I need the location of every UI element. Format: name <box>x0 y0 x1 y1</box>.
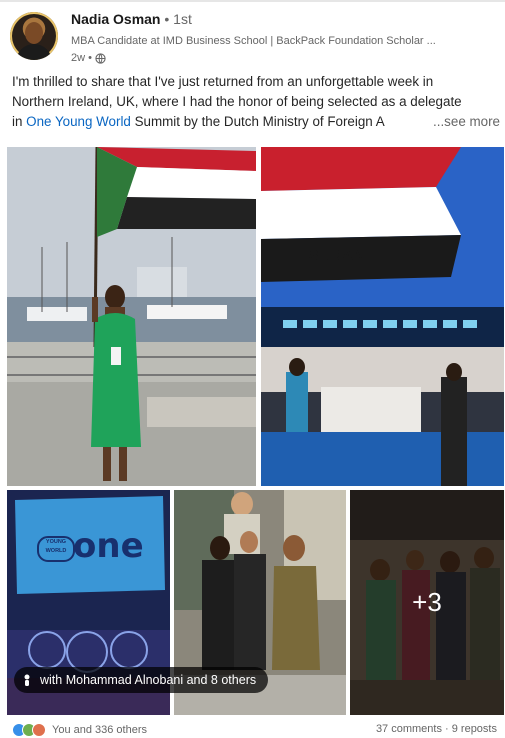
stage-banner-strip <box>261 315 504 333</box>
sudan-screen-text: SUDAN <box>309 247 365 264</box>
person-tag-icon <box>24 674 30 686</box>
author-name[interactable]: Nadia Osman <box>71 11 160 27</box>
one-young-world-link[interactable]: One Young World <box>26 114 131 129</box>
post-text-segment: in <box>12 114 27 129</box>
connection-degree: • 1st <box>160 11 192 27</box>
social-counts-bar: You and 336 others 37 comments · 9 repos… <box>0 721 505 738</box>
oyw-logo-young-world: YOUNG WORLD <box>37 536 75 562</box>
top-divider <box>0 0 505 2</box>
see-more-button[interactable]: ...see more <box>429 112 500 132</box>
avatar-face <box>25 22 43 44</box>
more-photos-overlay[interactable]: +3 <box>350 490 504 715</box>
reactions-text: You and 336 others <box>52 724 148 736</box>
comments-reposts-count[interactable]: 37 comments · 9 reposts <box>376 723 497 735</box>
post-text-segment: Summit by the Dutch Ministry of Foreign … <box>130 114 385 129</box>
photo-flag-harbor[interactable] <box>7 147 256 486</box>
post-meta: 2w • <box>71 52 106 64</box>
photo-sudan-stage[interactable]: SUDAN <box>261 147 504 486</box>
author-headline: MBA Candidate at IMD Business School | B… <box>71 35 436 47</box>
post-time: 2w • <box>71 52 92 64</box>
author-name-row: Nadia Osman • 1st <box>71 11 192 27</box>
love-reaction-icon <box>32 723 46 737</box>
author-avatar[interactable] <box>10 12 58 60</box>
post-text-line: Northern Ireland, UK, where I had the ho… <box>12 94 462 109</box>
more-photos-count: +3 <box>412 587 442 617</box>
post-text-line: in One Young World Summit by the Dutch M… <box>12 112 500 132</box>
avatar-shoulders <box>16 44 52 60</box>
tagged-people-pill[interactable]: with Mohammad Alnobani and 8 others <box>14 667 269 693</box>
tagged-people-text: with Mohammad Alnobani and 8 others <box>40 673 257 687</box>
stage-banner-pattern <box>282 320 483 328</box>
post-text-line: I'm thrilled to share that I've just ret… <box>12 74 434 89</box>
globe-icon <box>95 52 106 64</box>
photo-flag-harbor-illustration <box>7 147 256 486</box>
reactions-summary[interactable]: You and 336 others <box>12 723 147 737</box>
post-text: I'm thrilled to share that I've just ret… <box>12 72 500 132</box>
oyw-logo-one: one <box>73 526 144 566</box>
